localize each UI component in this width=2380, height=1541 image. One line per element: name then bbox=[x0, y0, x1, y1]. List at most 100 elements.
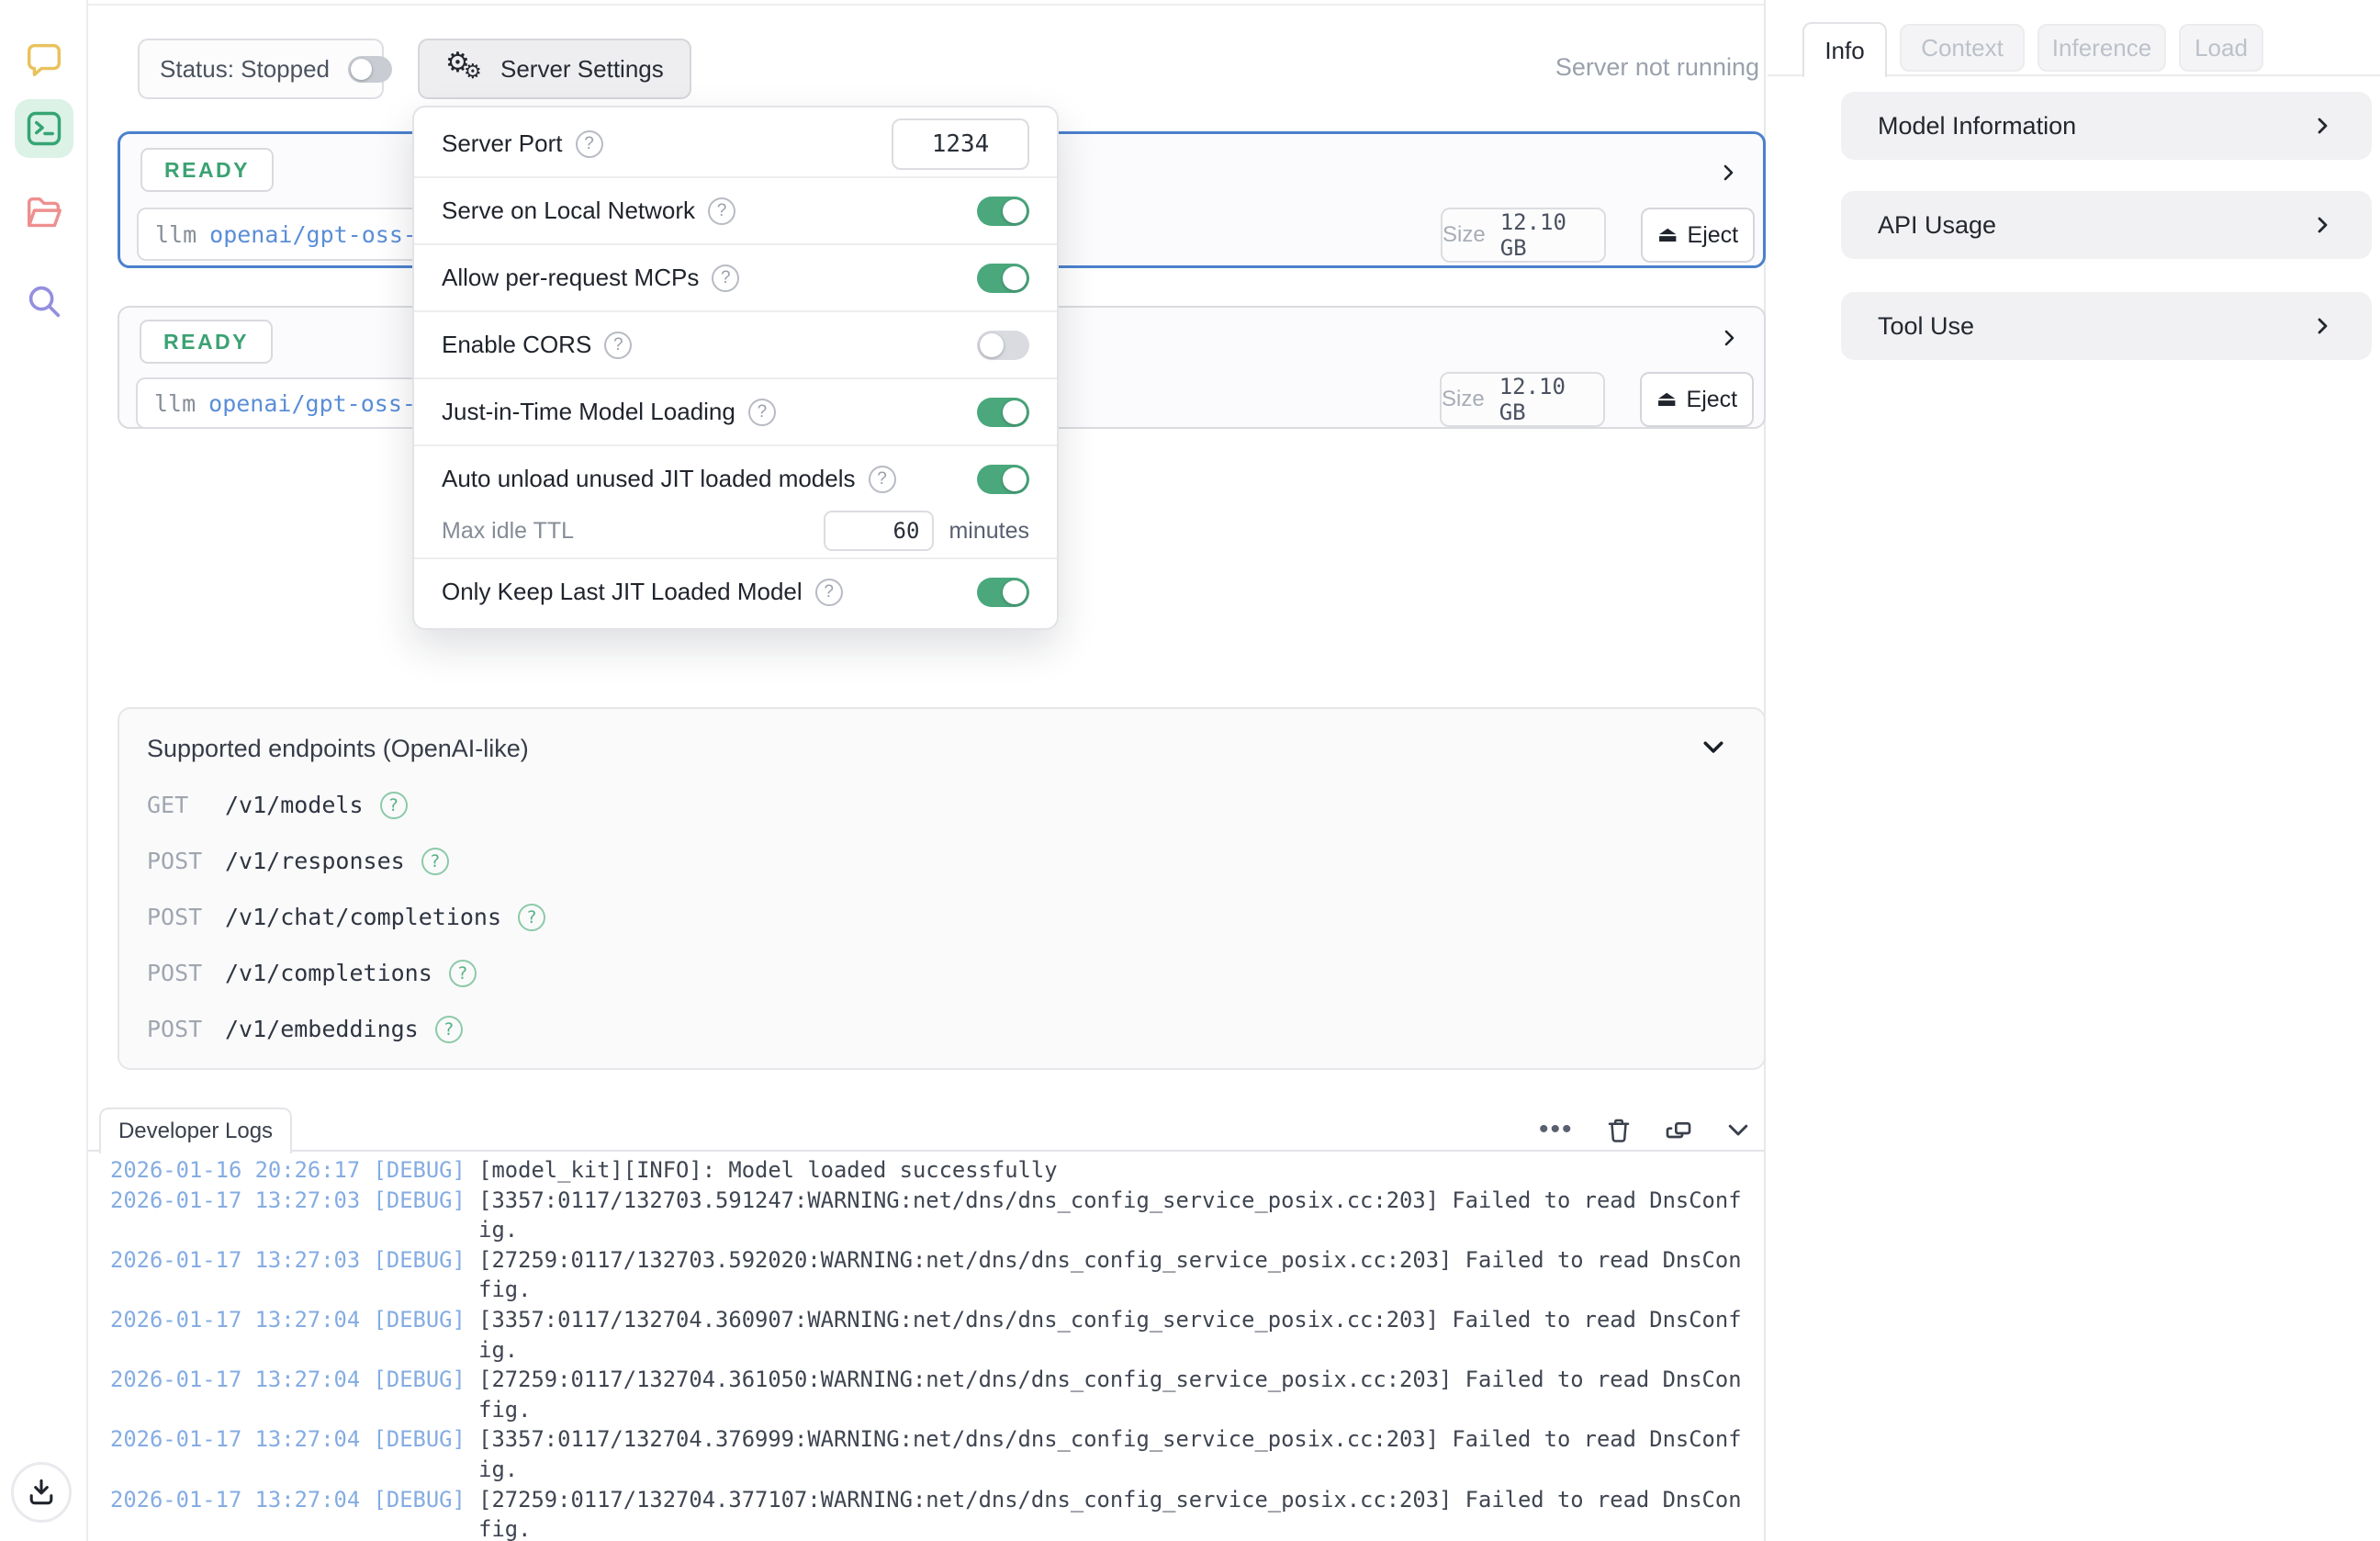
model-name-link[interactable]: openai/gpt-oss-2 bbox=[208, 390, 430, 417]
max-idle-input[interactable] bbox=[824, 511, 934, 551]
help-icon[interactable]: ? bbox=[712, 264, 739, 292]
server-settings-button[interactable]: ⚙⚙ Server Settings bbox=[418, 39, 691, 99]
endpoint-path: /v1/models bbox=[225, 792, 364, 818]
sidebar-item-developer[interactable] bbox=[15, 99, 73, 158]
chevron-right-icon bbox=[2311, 214, 2333, 236]
log-line: 2026-01-17 13:27:04 [DEBUG] [27259:0117/… bbox=[110, 1365, 1748, 1424]
chevron-down-icon[interactable] bbox=[1700, 733, 1727, 760]
sidebar-item-chat[interactable] bbox=[15, 30, 73, 89]
toggle-knob bbox=[1003, 266, 1027, 290]
endpoint-row: POST /v1/chat/completions ? bbox=[147, 889, 545, 945]
tab-info[interactable]: Info bbox=[1802, 22, 1887, 77]
http-method: POST bbox=[147, 848, 208, 874]
server-start-toggle[interactable] bbox=[348, 56, 392, 83]
chevron-right-icon[interactable] bbox=[1717, 162, 1739, 184]
setting-label: Only Keep Last JIT Loaded Model bbox=[442, 578, 803, 606]
setting-label: Just-in-Time Model Loading bbox=[442, 398, 735, 426]
setting-subrow-max-idle: Max idle TTL minutes bbox=[414, 512, 1057, 557]
chevron-right-icon[interactable] bbox=[1718, 327, 1740, 349]
mcps-toggle[interactable] bbox=[977, 264, 1029, 293]
setting-label: Serve on Local Network bbox=[442, 197, 695, 225]
size-value: 12.10 GB bbox=[1499, 374, 1603, 425]
server-status-chip: Status: Stopped bbox=[138, 39, 384, 99]
endpoint-path: /v1/completions bbox=[225, 960, 432, 986]
eject-icon: ⏏ bbox=[1656, 388, 1678, 411]
downloads-button[interactable] bbox=[11, 1462, 72, 1523]
log-line: 2026-01-17 13:27:04 [DEBUG] [3357:0117/1… bbox=[110, 1305, 1748, 1365]
cors-toggle[interactable] bbox=[977, 331, 1029, 360]
setting-label: Server Port bbox=[442, 129, 563, 158]
chevron-right-icon bbox=[2311, 315, 2333, 337]
endpoint-row: POST /v1/embeddings ? bbox=[147, 1001, 545, 1057]
help-icon[interactable]: ? bbox=[815, 579, 843, 606]
top-divider bbox=[88, 4, 1764, 6]
card-label: Model Information bbox=[1878, 112, 2311, 141]
keep-last-toggle[interactable] bbox=[977, 578, 1029, 607]
eject-button[interactable]: ⏏ Eject bbox=[1641, 208, 1755, 263]
logs-toolbar: ••• bbox=[1539, 1109, 1768, 1150]
help-icon[interactable]: ? bbox=[435, 1016, 463, 1043]
developer-logs-output[interactable]: 2026-01-16 20:26:17 [DEBUG] [model_kit][… bbox=[110, 1155, 1763, 1541]
max-idle-label: Max idle TTL bbox=[442, 518, 809, 545]
status-badge: READY bbox=[140, 320, 273, 364]
local-network-toggle[interactable] bbox=[977, 197, 1029, 226]
toggle-knob bbox=[1003, 199, 1027, 223]
size-label: Size bbox=[1442, 387, 1485, 412]
tab-inference[interactable]: Inference bbox=[2038, 24, 2166, 72]
setting-row-server-port: Server Port ? bbox=[414, 111, 1057, 176]
developer-logs-tab[interactable]: Developer Logs bbox=[99, 1108, 292, 1153]
jit-loading-toggle[interactable] bbox=[977, 398, 1029, 427]
search-icon bbox=[23, 280, 65, 322]
status-badge: READY bbox=[140, 148, 274, 192]
collapse-logs-icon[interactable] bbox=[1724, 1116, 1752, 1143]
model-name-link[interactable]: openai/gpt-oss-2 bbox=[209, 221, 431, 248]
sidebar-item-discover[interactable] bbox=[15, 272, 73, 331]
help-icon[interactable]: ? bbox=[421, 848, 449, 875]
setting-row-keep-last: Only Keep Last JIT Loaded Model ? bbox=[414, 559, 1057, 624]
eject-icon: ⏏ bbox=[1657, 224, 1678, 246]
tab-context[interactable]: Context bbox=[1900, 24, 2025, 72]
help-icon[interactable]: ? bbox=[604, 332, 632, 359]
http-method: POST bbox=[147, 904, 208, 930]
main-content: Status: Stopped ⚙⚙ Server Settings Serve… bbox=[88, 0, 1766, 1541]
help-icon[interactable]: ? bbox=[708, 197, 735, 225]
endpoint-row: POST /v1/responses ? bbox=[147, 833, 545, 889]
endpoint-row: POST /v1/completions ? bbox=[147, 945, 545, 1001]
setting-row-auto-unload: Auto unload unused JIT loaded models ? bbox=[414, 446, 1057, 512]
setting-label: Auto unload unused JIT loaded models bbox=[442, 465, 856, 493]
toggle-knob bbox=[351, 59, 372, 80]
model-kind: llm bbox=[155, 221, 196, 248]
clear-logs-icon[interactable] bbox=[1605, 1116, 1633, 1143]
logs-top-divider bbox=[88, 1150, 1764, 1152]
log-line: 2026-01-17 13:27:04 [DEBUG] [3357:0117/1… bbox=[110, 1424, 1748, 1484]
http-method: POST bbox=[147, 1016, 208, 1042]
open-in-window-icon[interactable] bbox=[1664, 1115, 1693, 1144]
model-size-chip: Size 12.10 GB bbox=[1440, 372, 1605, 427]
help-icon[interactable]: ? bbox=[748, 399, 776, 426]
max-idle-unit: minutes bbox=[949, 518, 1029, 545]
server-settings-label: Server Settings bbox=[500, 55, 664, 84]
folder-icon bbox=[23, 192, 65, 234]
http-method: GET bbox=[147, 792, 208, 818]
tool-use-card[interactable]: Tool Use bbox=[1841, 292, 2372, 360]
help-icon[interactable]: ? bbox=[449, 960, 477, 987]
help-icon[interactable]: ? bbox=[576, 130, 603, 158]
chevron-right-icon bbox=[2311, 115, 2333, 137]
help-icon[interactable]: ? bbox=[380, 792, 408, 819]
terminal-icon bbox=[24, 108, 64, 149]
size-value: 12.10 GB bbox=[1500, 209, 1604, 261]
setting-label: Enable CORS bbox=[442, 331, 591, 359]
help-icon[interactable]: ? bbox=[869, 466, 896, 493]
auto-unload-toggle[interactable] bbox=[977, 465, 1029, 494]
eject-button[interactable]: ⏏ Eject bbox=[1640, 372, 1754, 427]
tab-load[interactable]: Load bbox=[2179, 24, 2263, 72]
server-not-running-text: Server not running bbox=[1355, 53, 1759, 82]
model-information-card[interactable]: Model Information bbox=[1841, 92, 2372, 160]
sidebar-item-files[interactable] bbox=[15, 184, 73, 242]
help-icon[interactable]: ? bbox=[518, 904, 545, 931]
gears-icon: ⚙⚙ bbox=[445, 49, 486, 89]
server-port-input[interactable] bbox=[892, 118, 1029, 170]
toggle-knob bbox=[1003, 400, 1027, 424]
api-usage-card[interactable]: API Usage bbox=[1841, 191, 2372, 259]
log-line: 2026-01-17 13:27:03 [DEBUG] [3357:0117/1… bbox=[110, 1186, 1748, 1245]
